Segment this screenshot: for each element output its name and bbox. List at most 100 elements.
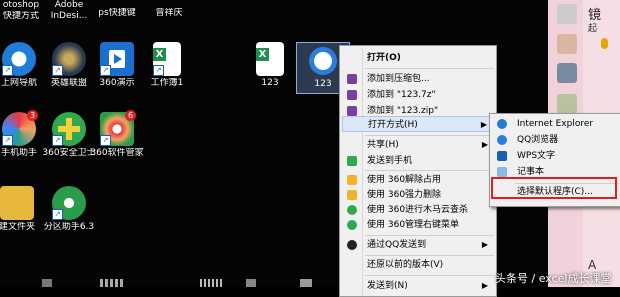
desktop-icon-label: 360演示 xyxy=(99,78,135,88)
shortcut-arrow-icon: ↗ xyxy=(52,65,63,76)
desktop-icon-label: 英雄联盟 xyxy=(50,78,87,88)
panel-subtext: 起 xyxy=(588,24,598,34)
avatar[interactable] xyxy=(557,63,577,83)
menu-item-360-scan[interactable]: 使用 360进行木马云查杀 xyxy=(342,202,494,218)
desktop-icon-new-folder[interactable]: 建文件夹 xyxy=(0,186,44,233)
submenu-item-qq-browser[interactable]: QQ浏览器 xyxy=(492,132,619,148)
menu-item-send-to[interactable]: 发送到(N) ▶ xyxy=(342,278,494,294)
lol-icon: ↗ xyxy=(52,42,86,76)
desktop-icon-label: 360软件管家 xyxy=(90,148,144,158)
menu-item-open[interactable]: 打开(O) xyxy=(342,50,494,66)
desktop-icon-label: InDesi... xyxy=(50,11,88,21)
partial-icon xyxy=(200,279,222,287)
menu-item-label: 还原以前的版本(V) xyxy=(367,260,444,270)
desktop-icon-360-safe[interactable]: ↗ 360安全卫士 xyxy=(42,112,96,159)
shortcut-arrow-icon: ↗ xyxy=(52,209,63,220)
context-menu: 打开(O) 添加到压缩包... 添加到 "123.7z" 添加到 "123.zi… xyxy=(339,45,497,297)
menu-item-restore-versions[interactable]: 还原以前的版本(V) xyxy=(342,257,494,273)
desktop-icon-label: Adobe xyxy=(54,0,84,10)
menu-item-label: QQ浏览器 xyxy=(517,135,559,145)
submenu-item-ie[interactable]: Internet Explorer xyxy=(492,116,619,132)
desktop-icon-label: 工作簿1 xyxy=(150,78,184,88)
submenu-arrow-icon: ▶ xyxy=(481,140,488,149)
avatar[interactable] xyxy=(557,4,577,24)
360-menu-icon xyxy=(347,220,357,230)
partial-icon xyxy=(42,279,52,287)
menu-separator xyxy=(365,255,494,256)
desktop-icon-web-nav[interactable]: ↗ 上网导航 xyxy=(0,42,46,89)
desktop-icon-partition-assistant[interactable]: ↗ 分区助手6.3 xyxy=(42,186,96,233)
partial-icon xyxy=(246,279,256,287)
microphone-icon[interactable] xyxy=(601,38,608,49)
desktop-icon-360-software[interactable]: 6 ↗ 360软件管家 xyxy=(90,110,144,159)
desktop-icon-lol[interactable]: ↗ 英雄联盟 xyxy=(42,42,96,89)
menu-item-share[interactable]: 共享(H) ▶ xyxy=(342,137,494,153)
watermark: 头条号 / excel成长课堂 xyxy=(495,272,612,285)
360-software-icon: 6 ↗ xyxy=(100,110,136,146)
desktop-icon-label: 上网导航 xyxy=(0,78,37,88)
360-unlock-icon xyxy=(347,175,357,185)
menu-item-add-archive[interactable]: 添加到压缩包... xyxy=(342,71,494,87)
menu-item-label: 打开方式(H) xyxy=(368,120,418,130)
shortcut-arrow-icon: ↗ xyxy=(2,135,13,146)
360-present-icon: ↗ xyxy=(100,42,134,76)
desktop-icon-phone-assistant[interactable]: 3 ↗ 手机助手 xyxy=(0,110,46,159)
notepad-icon xyxy=(497,167,507,177)
desktop-icon-workbook1[interactable]: X ↗ 工作簿1 xyxy=(140,42,194,89)
desktop-icon-360-present[interactable]: ↗ 360演示 xyxy=(90,42,144,89)
menu-item-label: 发送到(N) xyxy=(367,281,408,291)
menu-separator xyxy=(365,235,494,236)
menu-separator xyxy=(365,68,494,69)
shortcut-arrow-icon: ↗ xyxy=(100,135,111,146)
menu-item-label: 发送到手机 xyxy=(367,156,413,166)
desktop-icon-label: 360安全卫士 xyxy=(42,148,96,158)
menu-item-360-delete[interactable]: 使用 360强力删除 xyxy=(342,187,494,203)
menu-item-label: 添加到压缩包... xyxy=(367,74,430,84)
menu-item-label: 添加到 "123.7z" xyxy=(367,90,436,100)
excel-file-icon: X xyxy=(256,42,284,76)
menu-item-label: 使用 360进行木马云查杀 xyxy=(367,205,469,215)
desktop-icon-label: 手机助手 xyxy=(0,148,37,158)
360-safe-icon: ↗ xyxy=(52,112,86,146)
360-scan-icon xyxy=(347,205,357,215)
desktop-icon-indesign[interactable]: Adobe InDesi... xyxy=(42,0,96,22)
menu-item-360-manage-menu[interactable]: 使用 360管理右键菜单 xyxy=(342,217,494,233)
desktop-icon-ps-shortcuts[interactable]: ps快捷键 xyxy=(90,0,144,19)
menu-item-label: WPS文字 xyxy=(517,151,556,161)
shortcut-arrow-icon: ↗ xyxy=(52,135,63,146)
menu-item-360-unlock[interactable]: 使用 360解除占用 xyxy=(342,172,494,188)
menu-item-open-with[interactable]: 打开方式(H) ▶ xyxy=(342,116,494,132)
folder-icon xyxy=(0,186,34,220)
excel-file-icon: X ↗ xyxy=(153,42,181,76)
menu-item-add-7z[interactable]: 添加到 "123.7z" xyxy=(342,87,494,103)
desktop-icon-123-excel[interactable]: X 123 xyxy=(243,42,297,89)
desktop-icon-photoshop[interactable]: otoshop 快捷方式 xyxy=(0,0,48,22)
winrar-icon xyxy=(347,90,357,100)
submenu-item-wps[interactable]: WPS文字 xyxy=(492,148,619,164)
menu-item-label: 打开(O) xyxy=(367,53,401,63)
qq-icon xyxy=(347,240,357,250)
shortcut-arrow-icon: ↗ xyxy=(2,65,13,76)
menu-item-label: 使用 360强力删除 xyxy=(367,190,442,200)
desktop-icon-label: otoshop xyxy=(2,0,40,10)
phone-icon xyxy=(347,156,357,166)
qq-browser-icon xyxy=(497,135,507,145)
desktop-icon-label: 曾祥庆 xyxy=(155,8,183,18)
desktop-icon-label: 快捷方式 xyxy=(2,11,39,21)
ie-nav-icon: ↗ xyxy=(2,42,36,76)
menu-item-send-to-phone[interactable]: 发送到手机 xyxy=(342,153,494,169)
partial-icon xyxy=(100,279,124,287)
wps-icon xyxy=(497,151,507,161)
avatar[interactable] xyxy=(557,94,577,114)
submenu-arrow-icon: ▶ xyxy=(481,240,488,249)
avatar[interactable] xyxy=(557,34,577,54)
menu-item-send-via-qq[interactable]: 通过QQ发送到 ▶ xyxy=(342,237,494,253)
winrar-icon xyxy=(347,74,357,84)
submenu-arrow-icon: ▶ xyxy=(480,120,487,129)
desktop-icon-label: 123 xyxy=(261,78,279,88)
360-delete-icon xyxy=(347,190,357,200)
menu-separator xyxy=(365,275,494,276)
highlight-annotation-box xyxy=(491,177,617,199)
desktop-icon-folder-person[interactable]: 曾祥庆 xyxy=(142,0,196,19)
desktop-icon-label: 分区助手6.3 xyxy=(43,222,95,232)
